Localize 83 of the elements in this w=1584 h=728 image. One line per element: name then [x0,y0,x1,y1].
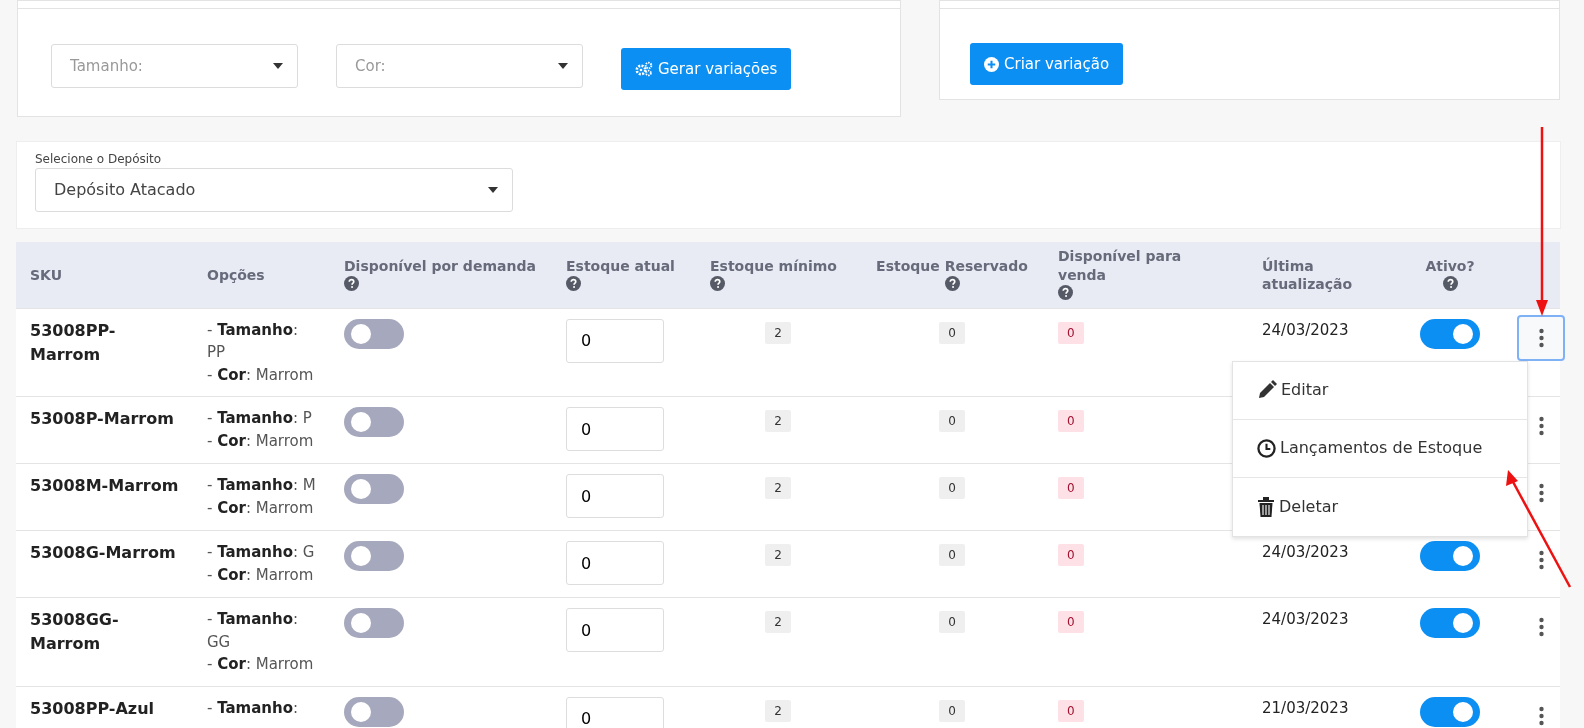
column-header: Disponível por demanda [344,256,536,275]
sku-text: 53008G-Marrom [30,542,177,564]
option-text: - Tamanho: P [207,408,313,429]
count-badge: 0 [939,611,965,633]
count-badge: 0 [1058,544,1084,566]
option-text: - Cor: Marrom [207,430,315,452]
count-badge: 0 [939,321,965,344]
caret-icon [488,187,498,193]
select-field[interactable]: Depósito Atacado [35,168,513,212]
menu-item[interactable]: Deletar [1233,477,1527,536]
column-header: SKU [30,265,63,284]
date-text: 24/03/2023 [1262,610,1349,628]
column-header: Última atualização [1262,256,1354,293]
toggle-switch[interactable] [1420,696,1480,727]
toggle-switch[interactable] [344,474,404,504]
toggle-switch[interactable] [344,407,404,437]
option-text: - Tamanho: GG [207,609,300,653]
date-text: 24/03/2023 [1262,320,1349,339]
count-badge: 0 [939,544,965,566]
caret-icon [273,63,283,69]
toggle-switch[interactable] [344,318,404,349]
sku-text: 53008GG-Marrom [30,609,120,655]
count-badge: 0 [1058,477,1084,499]
count-badge: 0 [1058,410,1084,432]
menu-item[interactable]: Editar [1233,361,1527,420]
more-icon [1538,483,1544,503]
toggle-switch[interactable] [344,541,404,571]
menu-item[interactable]: Lançamentos de Estoque [1233,419,1527,478]
sku-text: 53008PP-Marrom [30,319,117,366]
column-header: Estoque mínimo [710,256,837,275]
stock-input[interactable]: 0 [566,407,664,451]
toggle-switch[interactable] [1420,541,1480,571]
option-text: - Tamanho: M [207,475,316,496]
count-badge: 0 [939,477,965,499]
more-icon [1538,327,1544,348]
count-badge: 2 [765,611,791,633]
option-text: - Cor: Marrom [207,654,315,675]
option-text: - Tamanho: G [207,542,316,563]
field-label: Selecione o Depósito [35,151,163,168]
sku-text: 53008M-Marrom [30,475,179,497]
stock-input[interactable]: 0 [566,541,664,585]
option-text: - Cor: Marrom [207,564,315,586]
column-header: Estoque Reservado [876,256,1028,275]
option-text: - Cor: Marrom [207,497,315,519]
pencil-icon [1257,380,1277,400]
toggle-switch[interactable] [344,696,404,727]
caret-icon [558,63,568,69]
clock-icon [1257,438,1276,458]
stock-input[interactable]: 0 [566,318,664,363]
toggle-switch[interactable] [1420,318,1480,349]
count-badge: 0 [1058,321,1084,344]
more-icon [1538,617,1544,637]
count-badge: 2 [765,477,791,499]
count-badge: 0 [939,410,965,432]
option-text: - Tamanho: PP [207,319,300,363]
more-icon [1538,550,1544,570]
date-text: 24/03/2023 [1262,543,1349,561]
toggle-switch[interactable] [1420,608,1480,638]
plus-icon [984,56,999,72]
date-text: 21/03/2023 [1262,698,1349,717]
column-header: Disponível para venda [1058,247,1183,284]
count-badge: 0 [1058,611,1084,633]
option-text: - Tamanho: [207,697,300,719]
count-badge: 0 [1058,699,1084,722]
more-icon [1538,705,1544,726]
trash-icon [1257,496,1275,517]
option-text: - Cor: Marrom [207,364,315,386]
count-badge: 2 [765,699,791,722]
stock-input[interactable]: 0 [566,474,664,518]
count-badge: 0 [939,699,965,722]
gears-icon [635,61,653,77]
more-icon [1538,416,1544,436]
column-header: Estoque atual [566,256,675,275]
column-header: Opções [207,265,265,284]
sku-text: 53008P-Marrom [30,408,175,430]
count-badge: 2 [765,321,791,344]
toggle-switch[interactable] [344,608,404,638]
stock-input[interactable]: 0 [566,696,664,728]
stock-input[interactable]: 0 [566,608,664,652]
count-badge: 2 [765,544,791,566]
sku-text: 53008PP-Azul [30,697,156,720]
count-badge: 2 [765,410,791,432]
column-header: Ativo? [1425,256,1475,275]
